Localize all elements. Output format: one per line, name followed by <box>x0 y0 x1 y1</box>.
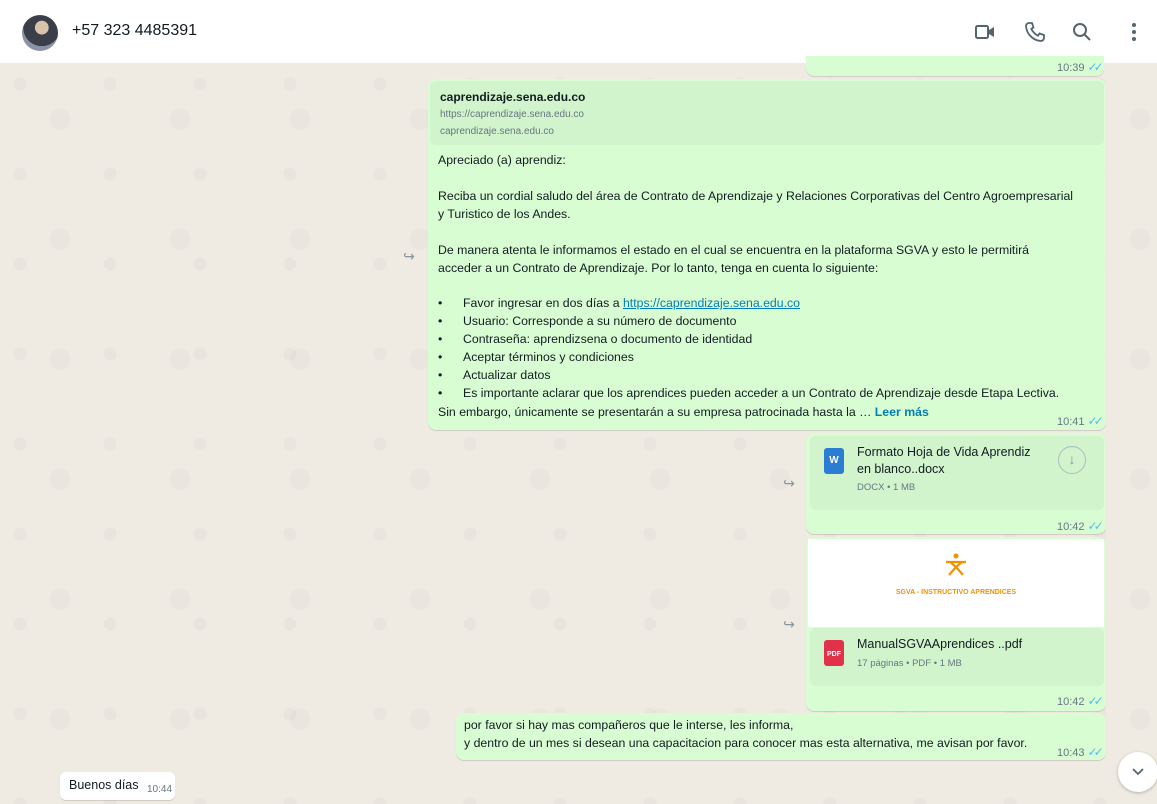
chat-header: +57 323 4485391 <box>0 0 1157 64</box>
bullet-marker: • <box>438 332 443 346</box>
bullet-item: Contraseña: aprendizsena o documento de … <box>463 332 753 346</box>
document-card[interactable]: W Formato Hoja de Vida Aprendiz en blanc… <box>810 436 1104 510</box>
message-paragraph-line: De manera atenta le informamos el estado… <box>438 243 1030 257</box>
voice-call-icon[interactable] <box>1023 20 1047 44</box>
read-ticks-icon: ✓✓ <box>1087 745 1104 759</box>
message-time: 10:41 ✓✓ <box>1057 414 1104 428</box>
forward-icon[interactable]: ↪ <box>776 470 802 496</box>
link-preview-domain: caprendizaje.sena.edu.co <box>440 126 554 137</box>
pdf-file-icon: PDF <box>824 640 844 666</box>
document-meta: 17 páginas • PDF • 1 MB <box>857 658 962 669</box>
forward-icon[interactable]: ↪ <box>396 243 422 269</box>
forward-icon[interactable]: ↪ <box>776 611 802 637</box>
search-icon[interactable] <box>1070 20 1094 44</box>
message-paragraph-line: acceder a un Contrato de Aprendizaje. Po… <box>438 261 879 275</box>
message-time: 10:42 ✓✓ <box>1057 519 1104 533</box>
bullet-item: Actualizar datos <box>463 368 551 382</box>
read-ticks-icon: ✓✓ <box>1087 694 1104 708</box>
sena-logo-icon <box>946 553 966 576</box>
pdf-preview-caption: SGVA - INSTRUCTIVO APRENDICES <box>895 589 1017 596</box>
message-greeting: Apreciado (a) aprendiz: <box>438 153 566 167</box>
bullet-item: Favor ingresar en dos días a https://cap… <box>463 296 801 310</box>
link-preview-title: caprendizaje.sena.edu.co <box>440 90 586 104</box>
scroll-down-button[interactable] <box>1118 752 1157 792</box>
word-file-icon: W <box>824 448 844 474</box>
message-text: por favor si hay mas compañeros que le i… <box>464 718 794 732</box>
bullet-marker: • <box>438 368 443 382</box>
download-icon[interactable]: ↓ <box>1058 446 1086 474</box>
document-name: Formato Hoja de Vida Aprendiz <box>857 445 1031 459</box>
message-time: 10:39 ✓✓ <box>1057 60 1104 74</box>
contact-name[interactable]: +57 323 4485391 <box>72 22 197 40</box>
pdf-preview-thumbnail[interactable]: SGVA - INSTRUCTIVO APRENDICES <box>808 539 1104 627</box>
message-paragraph-line: Reciba un cordial saludo del área de Con… <box>438 189 1074 203</box>
message-time: 10:44 <box>147 784 173 795</box>
read-ticks-icon: ✓✓ <box>1087 519 1104 533</box>
read-ticks-icon: ✓✓ <box>1087 60 1104 74</box>
avatar[interactable] <box>22 15 58 51</box>
document-name: en blanco..docx <box>857 462 945 476</box>
message-paragraph-line: y Turistico de los Andes. <box>438 207 571 221</box>
bullet-item: Usuario: Corresponde a su número de docu… <box>463 314 737 328</box>
message-text: y dentro de un mes si desean una capacit… <box>464 736 1028 750</box>
message-last-line: Sin embargo, únicamente se presentarán a… <box>438 405 929 419</box>
bullet-marker: • <box>438 386 443 400</box>
document-meta: DOCX • 1 MB <box>857 482 916 493</box>
menu-icon[interactable] <box>1122 20 1146 44</box>
bullet-marker: • <box>438 296 443 310</box>
link-preview-url: https://caprendizaje.sena.edu.co <box>440 109 584 120</box>
bullet-item: Aceptar términos y condiciones <box>463 350 634 364</box>
incoming-message-bubble[interactable]: Buenos días 10:44 <box>60 772 175 800</box>
read-more-link[interactable]: Leer más <box>875 405 929 419</box>
read-ticks-icon: ✓✓ <box>1087 414 1104 428</box>
chevron-down-icon <box>1132 768 1144 776</box>
document-card[interactable]: PDF ManualSGVAAprendices ..pdf 17 página… <box>810 628 1104 686</box>
message-time: 10:43 ✓✓ <box>1057 745 1104 759</box>
bullet-item: Es importante aclarar que los aprendices… <box>463 386 1060 400</box>
link-preview-card[interactable]: caprendizaje.sena.edu.co https://caprend… <box>430 81 1104 145</box>
document-name: ManualSGVAAprendices ..pdf <box>857 637 1023 651</box>
message-text: Buenos días <box>69 778 139 792</box>
message-time: 10:42 ✓✓ <box>1057 694 1104 708</box>
bullet-marker: • <box>438 314 443 328</box>
video-call-icon[interactable] <box>973 20 997 44</box>
sena-link[interactable]: https://caprendizaje.sena.edu.co <box>623 296 800 310</box>
bullet-marker: • <box>438 350 443 364</box>
